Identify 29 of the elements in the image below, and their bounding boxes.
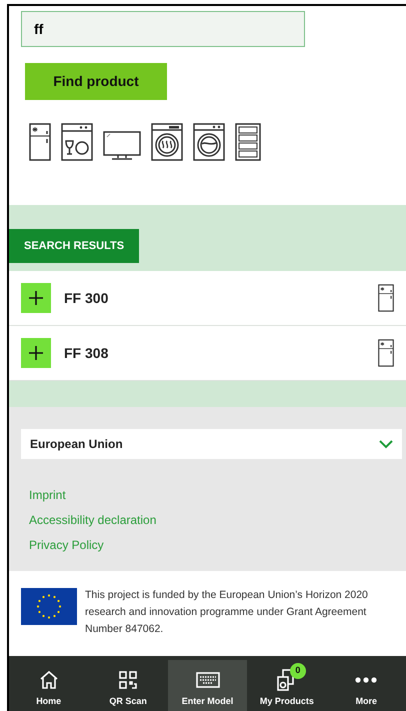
wine-cabinet-icon[interactable] — [235, 123, 261, 161]
funding-notice: This project is funded by the European Union’s Horizon 2020 research and innovation programme under Grant Agreement Number 847062. — [85, 588, 369, 637]
fridge-icon — [378, 283, 394, 313]
nav-tab[interactable]: Home — [9, 656, 88, 711]
search-field[interactable]: ff — [21, 11, 305, 47]
nav-tab[interactable]: More — [326, 656, 406, 711]
model-name: FF 308 — [64, 344, 108, 362]
qr-code-icon — [118, 670, 138, 690]
washing-machine-icon[interactable] — [193, 123, 225, 161]
add-icon[interactable] — [21, 283, 51, 313]
fridge-icon[interactable] — [29, 123, 51, 161]
more-icon — [355, 676, 378, 682]
search-results-heading: SEARCH RESULTS — [9, 229, 139, 263]
find-product-button[interactable]: Find product — [25, 63, 167, 100]
nav-tab[interactable]: 0 My Products — [247, 656, 327, 711]
dishwasher-icon[interactable] — [61, 123, 93, 161]
fridge-icon — [378, 338, 394, 368]
nav-tab[interactable]: QR Scan — [88, 656, 168, 711]
region-dropdown[interactable]: European Union — [21, 429, 402, 459]
add-icon[interactable] — [21, 338, 51, 368]
chevron-down-icon — [379, 440, 393, 448]
dryer-icon[interactable] — [151, 123, 183, 161]
nav-tab[interactable]: Enter Model — [168, 660, 248, 711]
model-name: FF 300 — [64, 288, 108, 308]
tv-icon[interactable] — [103, 131, 141, 161]
flag-icon — [21, 588, 77, 625]
count-badge: 0 — [290, 662, 306, 678]
keyboard-icon — [196, 670, 220, 688]
home-icon — [38, 670, 59, 690]
